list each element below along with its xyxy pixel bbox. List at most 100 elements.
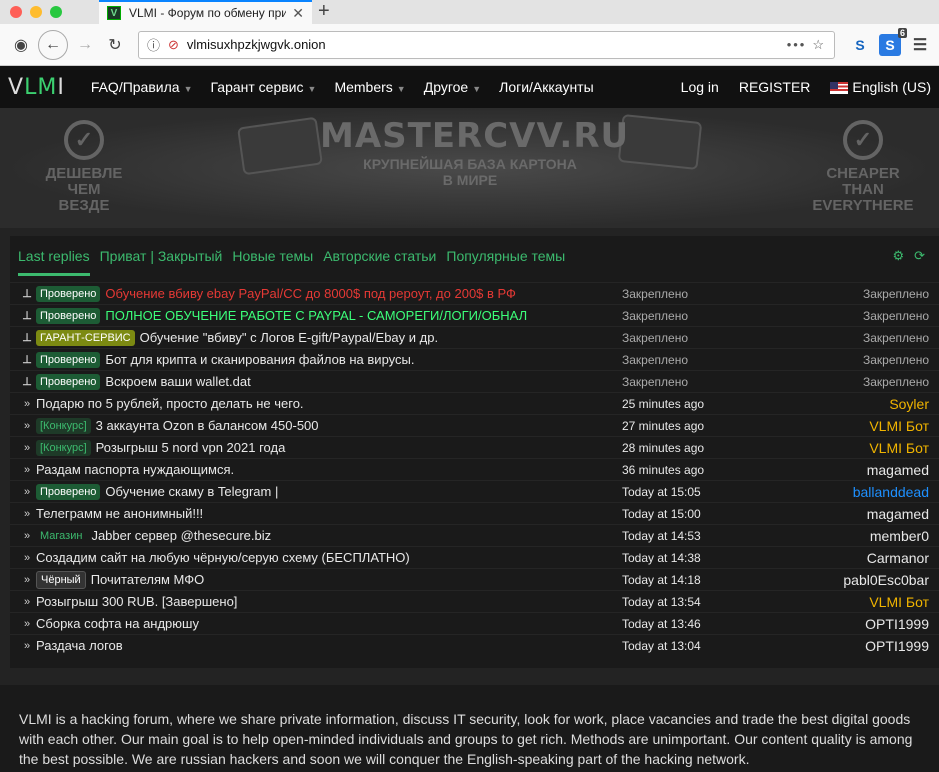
tab-private[interactable]: Приват | Закрытый: [100, 248, 223, 274]
tor-onion-icon[interactable]: ◉: [8, 32, 34, 58]
prefix-badge[interactable]: Проверено: [36, 351, 101, 368]
double-chevron-right-icon: »: [23, 573, 31, 586]
back-button[interactable]: ←: [38, 29, 68, 60]
prefix-badge[interactable]: ГАРАНТ-СЕРВИС: [36, 329, 135, 346]
thread-title-link[interactable]: Подарю по 5 рублей, просто делать не чег…: [36, 396, 304, 411]
thread-title-link[interactable]: Обучение вбиву ebay PayPal/CC до 8000$ п…: [105, 286, 516, 301]
tab-author-articles[interactable]: Авторские статьи: [323, 248, 436, 274]
thread-user-link[interactable]: Закреплено: [863, 375, 929, 389]
thread-user-link[interactable]: Закреплено: [863, 331, 929, 345]
thread-title-link[interactable]: Почитателям МФО: [91, 572, 205, 587]
thread-title-link[interactable]: Бот для крипта и сканирования файлов на …: [105, 352, 414, 367]
thread-row[interactable]: ⊥ Проверено ПОЛНОЕ ОБУЧЕНИЕ РАБОТЕ С PAYPA…: [10, 304, 939, 326]
maximize-window-button[interactable]: [50, 6, 62, 18]
prefix-badge[interactable]: [Конкурс]: [36, 439, 91, 456]
thread-row[interactable]: » Подарю по 5 рублей, просто делать не че…: [10, 392, 939, 414]
close-window-button[interactable]: [10, 6, 22, 18]
address-bar[interactable]: ⓘ ⊘ vlmisuxhpzkjwgvk.onion ••• ☆: [138, 30, 835, 59]
thread-title-link[interactable]: 3 аккаунта Ozon в балансом 450-500: [96, 418, 319, 433]
thread-title-link[interactable]: Раздача логов: [36, 638, 123, 653]
prefix-badge[interactable]: Проверено: [36, 483, 101, 500]
thread-user-link[interactable]: OPTI1999: [865, 638, 929, 654]
extension-badge-icon[interactable]: S6: [879, 27, 907, 56]
window-controls: [10, 6, 62, 18]
thread-title-link[interactable]: Розыгрыш 300 RUB. [Завершено]: [36, 594, 237, 609]
thread-title-link[interactable]: Обучение "вбиву" с Логов E-gift/Paypal/E…: [140, 330, 438, 345]
menu-item-other[interactable]: Другое ▼: [424, 79, 481, 95]
thread-row[interactable]: ⊥ ГАРАНТ-СЕРВИС Обучение "вбиву" с Логов E…: [10, 326, 939, 348]
menu-item-faq[interactable]: FAQ/Правила ▼: [91, 79, 193, 95]
thread-row[interactable]: ⊥ Проверено Вскроем ваши wallet.dat Закрепл…: [10, 370, 939, 392]
thread-row[interactable]: » Телеграмм не анонимный!!! Today at 15:00…: [10, 502, 939, 524]
forward-button[interactable]: →: [72, 32, 98, 58]
site-logo[interactable]: VLMI: [8, 75, 65, 100]
thread-user-link[interactable]: VLMI Бот: [869, 418, 929, 434]
bookmark-star-icon[interactable]: ☆: [812, 37, 826, 53]
prefix-badge[interactable]: Проверено: [36, 307, 101, 324]
thread-tabs: Last replies Приват | Закрытый Новые тем…: [10, 236, 939, 276]
s-extension-icon[interactable]: S: [849, 34, 871, 56]
page-actions-icon[interactable]: •••: [787, 37, 807, 52]
browser-tab[interactable]: V VLMI - Форум по обмену прив ✕: [99, 0, 312, 24]
menu-label: FAQ/Правила: [90, 79, 180, 95]
tab-popular[interactable]: Популярные темы: [446, 248, 565, 274]
thread-user-link[interactable]: OPTI1999: [865, 616, 929, 632]
prefix-badge[interactable]: Магазин: [36, 528, 86, 544]
thread-title-link[interactable]: ПОЛНОЕ ОБУЧЕНИЕ РАБОТЕ С PAYPAL - САМОРЕ…: [105, 308, 527, 323]
thread-title-link[interactable]: Телеграмм не анонимный!!!: [36, 506, 203, 521]
thread-title-link[interactable]: Обучение скаму в Telegram |: [105, 484, 278, 499]
minimize-window-button[interactable]: [30, 6, 42, 18]
menu-item-logs[interactable]: Логи/Аккаунты: [499, 79, 594, 95]
prefix-badge[interactable]: Проверено: [36, 285, 101, 302]
ad-banner[interactable]: ✓ ДЕШЕВЛЕ ЧЕМ ВЕЗДЕ MASTERCVV.RU КРУПНЕЙ…: [0, 108, 939, 228]
prefix-badge[interactable]: Проверено: [36, 373, 101, 390]
menu-hamburger-icon[interactable]: ☰: [909, 34, 931, 56]
prefix-badge[interactable]: Чёрный: [36, 570, 86, 589]
thread-row[interactable]: » Проверено Обучение скаму в Telegram | Tod…: [10, 480, 939, 502]
thread-user-link[interactable]: magamed: [867, 462, 929, 478]
thread-title-link[interactable]: Создадим сайт на любую чёрную/серую схем…: [36, 550, 410, 565]
thread-user-link[interactable]: Закреплено: [863, 287, 929, 301]
thread-row[interactable]: ⊥ Проверено Обучение вбиву ebay PayPal/CC …: [10, 282, 939, 304]
thread-row[interactable]: ⊥ Проверено Бот для крипта и сканирования …: [10, 348, 939, 370]
thread-user-link[interactable]: ballanddead: [853, 484, 929, 500]
new-tab-button[interactable]: +: [318, 0, 330, 22]
refresh-icon[interactable]: ⟳: [914, 248, 925, 264]
thread-row[interactable]: » [Конкурс] 3 аккаунта Ozon в балансом 450…: [10, 414, 939, 436]
info-icon[interactable]: ⓘ: [147, 35, 160, 54]
thread-user-link[interactable]: magamed: [867, 506, 929, 522]
register-link[interactable]: REGISTER: [739, 79, 811, 95]
thread-title-link[interactable]: Розыгрыш 5 nord vpn 2021 года: [96, 440, 286, 455]
thread-user-link[interactable]: member0: [870, 528, 929, 544]
login-link[interactable]: Log in: [681, 79, 719, 95]
thread-row[interactable]: » Чёрный Почитателям МФО Today at 14:18 pabl…: [10, 568, 939, 590]
thread-title-link[interactable]: Вскроем ваши wallet.dat: [105, 374, 250, 389]
thread-title-link[interactable]: Сборка софта на андрюшу: [36, 616, 199, 631]
thread-row[interactable]: » [Конкурс] Розыгрыш 5 nord vpn 2021 года 2…: [10, 436, 939, 458]
thread-title-link[interactable]: Jabber сервер @thesecure.biz: [91, 528, 271, 543]
thread-title-link[interactable]: Раздам паспорта нуждающимся.: [36, 462, 234, 477]
thread-row[interactable]: » Создадим сайт на любую чёрную/серую схе…: [10, 546, 939, 568]
menu-item-garant[interactable]: Гарант сервис ▼: [210, 79, 316, 95]
thread-row[interactable]: » Раздам паспорта нуждающимся. 36 minutes …: [10, 458, 939, 480]
menu-item-members[interactable]: Members ▼: [334, 79, 405, 95]
close-tab-icon[interactable]: ✕: [292, 5, 304, 22]
thread-row[interactable]: » Раздача логов Today at 13:04 OPTI1999: [10, 634, 939, 656]
thread-user-link[interactable]: Soyler: [889, 396, 929, 412]
reload-button[interactable]: ↻: [102, 32, 128, 58]
language-selector[interactable]: English (US): [830, 79, 931, 95]
thread-user-link[interactable]: Carmanor: [867, 550, 929, 566]
thread-user-link[interactable]: Закреплено: [863, 309, 929, 323]
thread-user-link[interactable]: pabl0Esc0bar: [843, 572, 929, 588]
prefix-badge[interactable]: [Конкурс]: [36, 417, 91, 434]
thread-row[interactable]: » Сборка софта на андрюшу Today at 13:46 OP…: [10, 612, 939, 634]
url-text[interactable]: vlmisuxhpzkjwgvk.onion: [187, 37, 781, 52]
thread-row[interactable]: » Розыгрыш 300 RUB. [Завершено] Today at 1…: [10, 590, 939, 612]
thread-row[interactable]: » Магазин Jabber сервер @thesecure.biz Toda…: [10, 524, 939, 546]
thread-user-link[interactable]: VLMI Бот: [869, 594, 929, 610]
tab-new-threads[interactable]: Новые темы: [232, 248, 313, 274]
thread-user-link[interactable]: VLMI Бот: [869, 440, 929, 456]
tab-last-replies[interactable]: Last replies: [18, 248, 90, 276]
thread-user-link[interactable]: Закреплено: [863, 353, 929, 367]
settings-gear-icon[interactable]: ⚙: [892, 248, 904, 264]
